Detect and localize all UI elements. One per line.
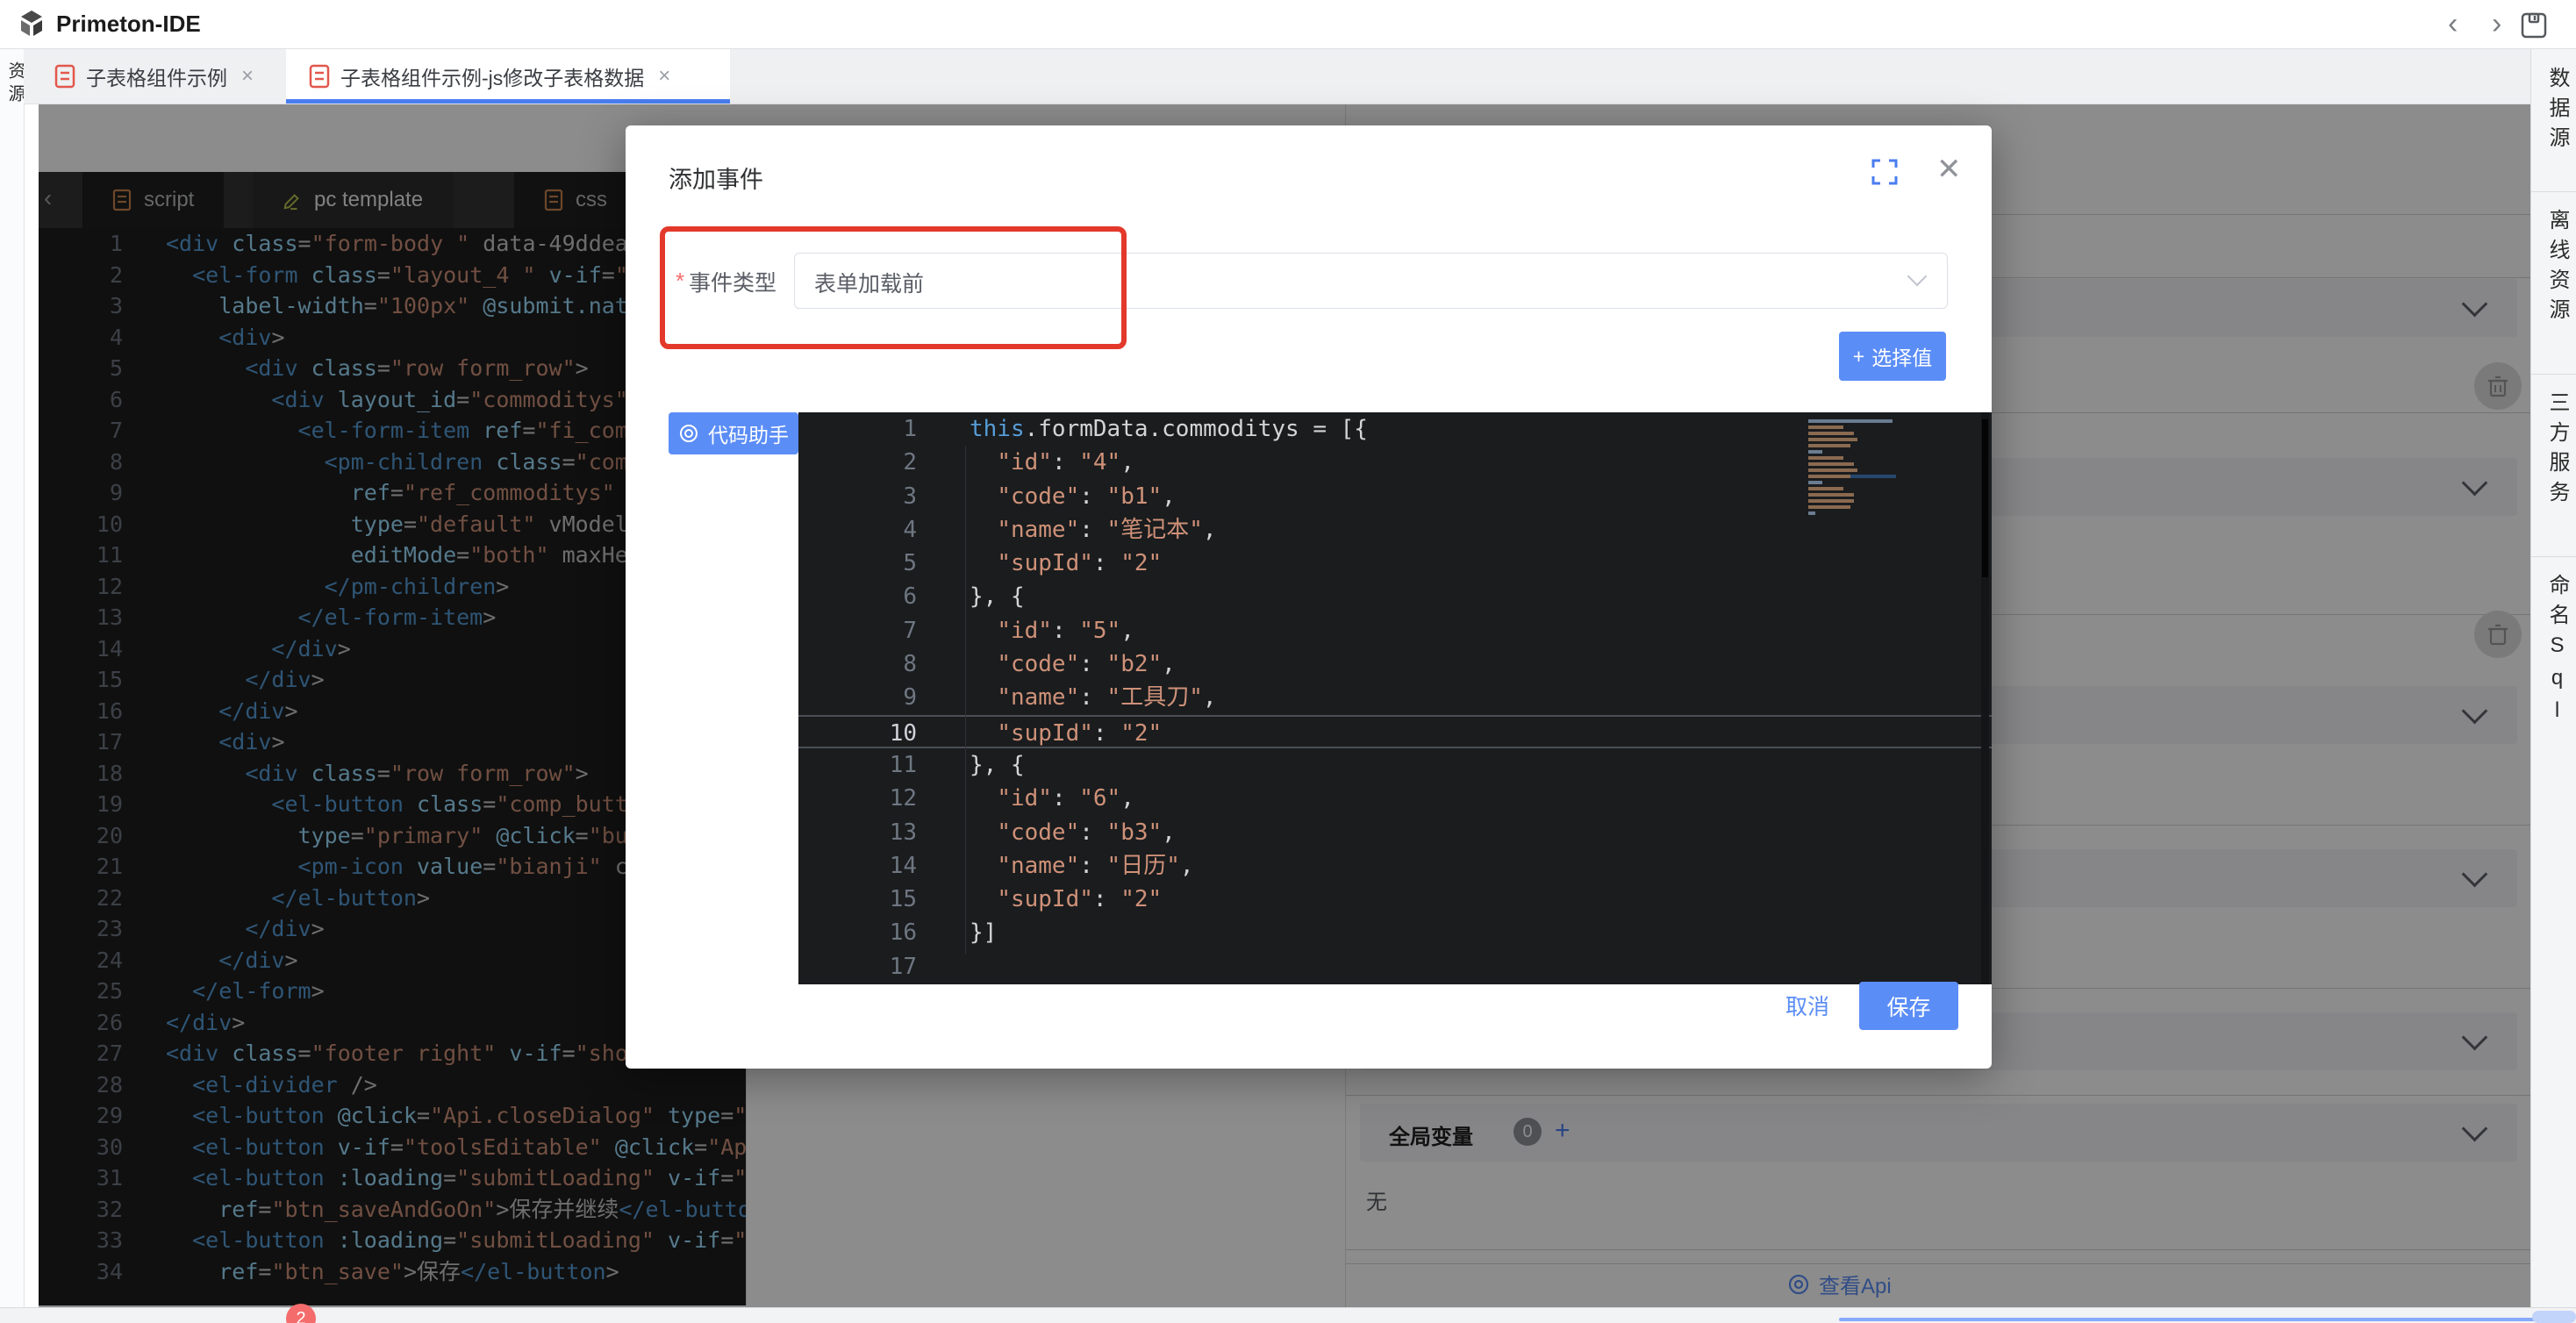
save-icon[interactable] xyxy=(2520,11,2548,39)
code-line: 11}, { xyxy=(798,748,1992,782)
nav-back-icon[interactable]: ‹ xyxy=(2448,7,2458,41)
nav-forward-icon[interactable]: › xyxy=(2492,7,2501,41)
save-label: 保存 xyxy=(1886,990,1930,1022)
minimap-line xyxy=(1808,505,1896,509)
minimap-line xyxy=(1808,511,1896,515)
document-icon xyxy=(54,64,75,89)
right-rail: 数据源 离线资源 三方服务 命名Sql xyxy=(2530,49,2576,1323)
vertical-scrollbar[interactable] xyxy=(1981,412,1989,984)
close-tab-icon[interactable]: × xyxy=(658,64,670,89)
fullscreen-icon[interactable] xyxy=(1871,159,1898,185)
divider xyxy=(2531,374,2576,375)
close-icon[interactable]: ✕ xyxy=(1936,152,1962,187)
event-type-select[interactable]: 表单加载前 xyxy=(794,253,1948,309)
minimap-line xyxy=(1808,468,1896,472)
scrollbar-thumb[interactable] xyxy=(1982,419,1988,577)
code-assistant-icon xyxy=(678,423,699,444)
minimap-line xyxy=(1808,462,1896,466)
code-line: 7 "id": "5", xyxy=(798,614,1992,647)
tab-label: 子表格组件示例 xyxy=(86,61,227,91)
rail-item-third-party-services[interactable]: 三方服务 xyxy=(2542,391,2572,511)
scrollbar-corner xyxy=(2532,1311,2576,1323)
code-line: 12 "id": "6", xyxy=(798,782,1992,815)
plus-icon: + xyxy=(1853,345,1864,368)
document-icon xyxy=(309,64,330,89)
add-event-dialog: 添加事件 ✕ * 事件类型 表单加载前 + 选择值 代码助手 1this.for… xyxy=(626,125,1992,1069)
tab-label: 子表格组件示例-js修改子表格数据 xyxy=(340,61,644,91)
code-line: 5 "supId": "2" xyxy=(798,547,1992,580)
minimap-line xyxy=(1808,438,1896,441)
choose-value-button[interactable]: + 选择值 xyxy=(1839,332,1946,381)
code-line: 10 "supId": "2" xyxy=(798,715,1992,748)
minimap-line xyxy=(1808,481,1896,484)
minimap-line xyxy=(1808,493,1896,497)
minimap-line xyxy=(1808,419,1896,423)
divider xyxy=(2531,556,2576,557)
code-line: 17 xyxy=(798,950,1992,983)
chevron-down-icon xyxy=(1907,267,1928,287)
rail-item-offline-resources[interactable]: 离线资源 xyxy=(2542,209,2572,328)
code-line: 9 "name": "工具刀", xyxy=(798,681,1992,714)
minimap-line xyxy=(1808,518,1896,521)
minimap-line xyxy=(1808,475,1896,478)
minimap-line xyxy=(1808,432,1896,435)
document-tab-row: 子表格组件示例 × 子表格组件示例-js修改子表格数据 × xyxy=(24,49,2530,104)
rail-item-named-sql[interactable]: 命名Sql xyxy=(2542,574,2572,731)
minimap-line xyxy=(1808,426,1896,429)
rail-item-datasource[interactable]: 数据源 xyxy=(2542,67,2572,156)
minimap-line xyxy=(1808,450,1896,454)
minimap-line xyxy=(1808,487,1896,490)
required-mark: * xyxy=(676,268,684,295)
dialog-title: 添加事件 xyxy=(669,161,763,195)
app-logo-icon xyxy=(16,9,47,40)
left-rail: 资源 xyxy=(0,49,25,1323)
code-assistant-label: 代码助手 xyxy=(708,418,789,448)
choose-value-label: 选择值 xyxy=(1871,341,1932,371)
code-line: 6}, { xyxy=(798,580,1992,613)
save-button[interactable]: 保存 xyxy=(1859,982,1958,1030)
code-line: 14 "name": "日历", xyxy=(798,849,1992,883)
top-bar: Primeton-IDE ‹ › xyxy=(0,0,2576,49)
code-line: 8 "code": "b2", xyxy=(798,647,1992,681)
close-tab-icon[interactable]: × xyxy=(241,64,254,89)
minimap-line xyxy=(1808,444,1896,447)
event-type-value: 表单加载前 xyxy=(814,267,924,298)
indent-guide xyxy=(965,446,966,955)
minimap[interactable] xyxy=(1808,419,1896,524)
minimap-line xyxy=(1808,456,1896,460)
app-title: Primeton-IDE xyxy=(56,11,201,38)
code-line: 13 "code": "b3", xyxy=(798,816,1992,849)
tab-subtable-example[interactable]: 子表格组件示例 × xyxy=(32,49,309,104)
cancel-button[interactable]: 取消 xyxy=(1785,990,1829,1021)
horizontal-scrollbar[interactable] xyxy=(1839,1318,2572,1321)
event-type-label: 事件类型 xyxy=(689,266,776,297)
code-assistant-button[interactable]: 代码助手 xyxy=(669,412,798,454)
code-line: 15 "supId": "2" xyxy=(798,883,1992,916)
minimap-line xyxy=(1808,499,1896,503)
divider xyxy=(2531,191,2576,192)
code-line: 16}] xyxy=(798,916,1992,949)
tab-subtable-js-edit[interactable]: 子表格组件示例-js修改子表格数据 × xyxy=(286,49,730,104)
primeton-ide-window: Primeton-IDE ‹ › 资源 子表格组件示例 × xyxy=(0,0,2576,1323)
